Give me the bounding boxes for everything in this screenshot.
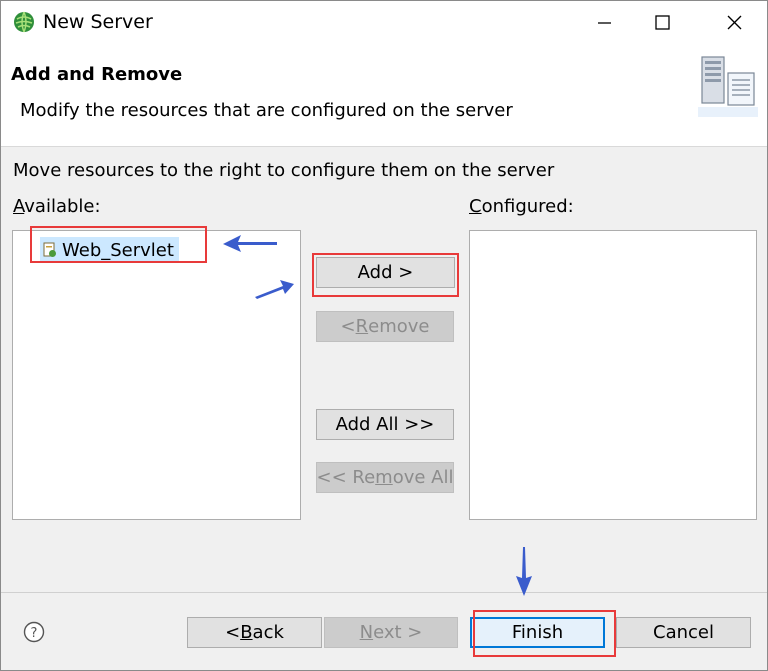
remove-all-button[interactable]: << Re m ove All <box>316 462 454 493</box>
available-list[interactable]: Web_Servlet <box>12 230 301 520</box>
eclipse-globe-icon <box>14 11 34 33</box>
svg-text:?: ? <box>31 626 38 641</box>
instruction-text: Move resources to the right to configure… <box>13 160 555 181</box>
title-bar: New Server <box>1 1 767 45</box>
annotation-arrow-down <box>516 547 532 596</box>
cancel-button[interactable]: Cancel <box>616 617 751 648</box>
maximize-button[interactable] <box>639 1 685 45</box>
configured-list[interactable] <box>469 230 757 520</box>
help-icon[interactable]: ? <box>23 621 45 643</box>
configured-label: Configured: <box>469 196 574 217</box>
finish-button[interactable]: Finish <box>470 617 605 648</box>
minimize-icon <box>598 22 611 24</box>
list-item-label: Web_Servlet <box>62 239 174 261</box>
page-title: Add and Remove <box>11 64 183 85</box>
available-label: Available: <box>13 196 101 217</box>
back-button[interactable]: < Back <box>187 617 322 648</box>
next-button[interactable]: Next > <box>324 617 458 648</box>
footer-separator <box>1 592 767 593</box>
window-title: New Server <box>43 11 153 33</box>
server-icon <box>698 56 758 117</box>
wizard-header: Add and Remove Modify the resources that… <box>1 45 767 147</box>
close-button[interactable] <box>711 1 757 45</box>
remove-button[interactable]: < Remove <box>316 311 454 342</box>
page-description: Modify the resources that are configured… <box>20 100 513 121</box>
list-item[interactable]: Web_Servlet <box>40 237 179 263</box>
web-project-icon <box>43 242 56 257</box>
add-button[interactable]: Add > <box>316 257 455 288</box>
maximize-icon <box>655 15 670 30</box>
minimize-button[interactable] <box>581 1 627 45</box>
close-icon <box>727 15 742 30</box>
new-server-dialog: New Server Add and Remove Modify the res… <box>0 0 768 671</box>
add-all-button[interactable]: Add All >> <box>316 409 454 440</box>
